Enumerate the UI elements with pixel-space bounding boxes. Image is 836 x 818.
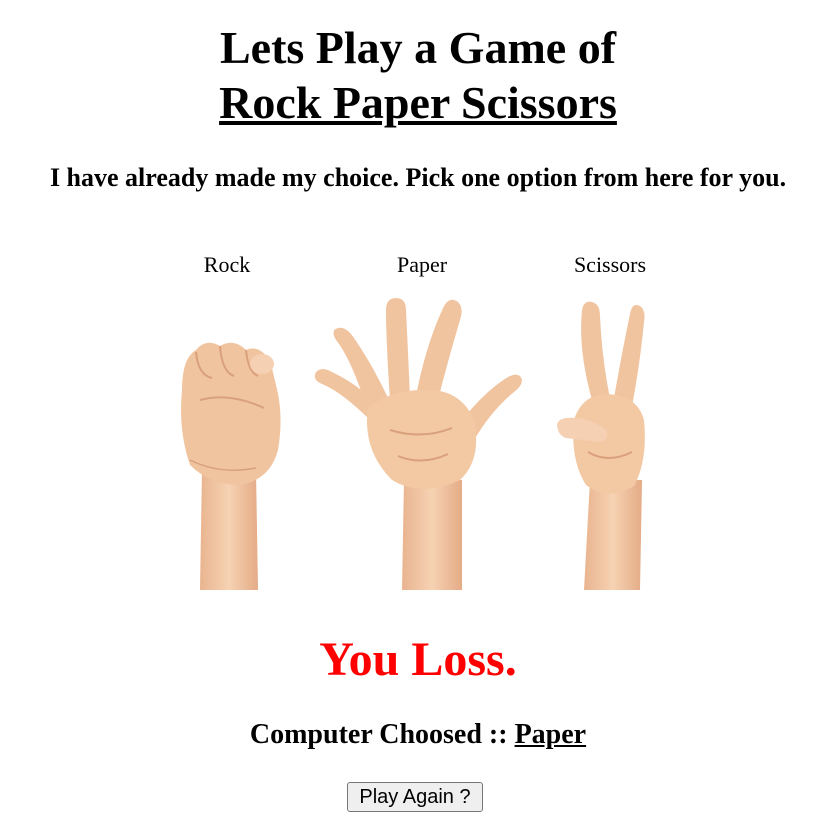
choice-rock[interactable]: Rock [160, 250, 294, 590]
computer-choice-line: Computer Choosed :: Paper [0, 717, 836, 753]
choice-paper-label: Paper [396, 252, 448, 277]
computer-choice-value: Paper [514, 719, 587, 750]
result-message: You Loss. [319, 633, 517, 686]
instruction-text: I have already made my choice. Pick one … [49, 163, 787, 192]
play-again-button[interactable]: Play Again ? [347, 782, 483, 812]
paper-open-hand-icon[interactable] [312, 280, 532, 590]
scissors-v-sign-icon[interactable] [548, 280, 672, 590]
rock-fist-icon[interactable] [160, 280, 294, 590]
page-title-line1: Lets Play a Game of [219, 22, 617, 73]
choice-scissors[interactable]: Scissors [548, 250, 672, 590]
page-title-line2: Rock Paper Scissors [219, 77, 617, 128]
choice-scissors-label: Scissors [573, 252, 647, 277]
computer-choice-prefix: Computer Choosed :: [249, 719, 515, 750]
choice-rock-label: Rock [203, 252, 251, 277]
game-page: Lets Play a Game of Rock Paper Scissors … [0, 0, 836, 818]
choice-paper[interactable]: Paper [312, 250, 532, 590]
